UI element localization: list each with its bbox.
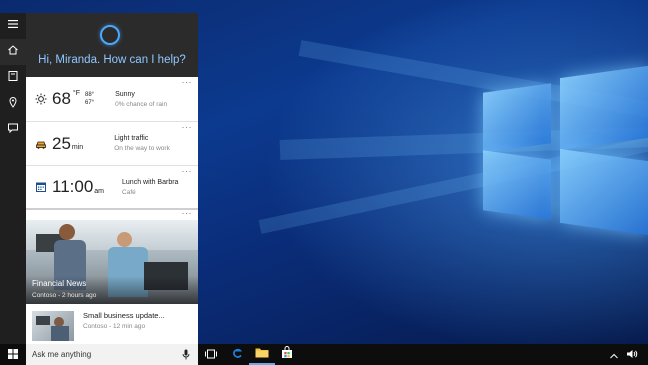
news-item-thumbnail: [32, 311, 74, 341]
store-button[interactable]: [274, 344, 300, 365]
calendar-event: Lunch with Barbra: [122, 178, 179, 186]
news-headline-source: Contoso - 2 hours ago: [32, 292, 97, 299]
feedback-button[interactable]: [0, 117, 26, 143]
news-item-title: Small business update...: [83, 311, 165, 320]
window-logo-pane: [483, 150, 551, 220]
news-card-header: ···: [26, 208, 198, 220]
task-view-button[interactable]: [198, 344, 224, 365]
windows-icon: [8, 346, 18, 364]
weather-unit: °F: [72, 90, 80, 97]
weather-low: 67°: [85, 100, 95, 106]
weather-more-button[interactable]: ···: [182, 77, 193, 87]
traffic-more-button[interactable]: ···: [182, 122, 193, 132]
window-logo-pane: [560, 65, 648, 151]
notebook-button[interactable]: [0, 65, 26, 91]
cortana-search-box[interactable]: Ask me anything: [26, 344, 198, 365]
hamburger-icon: [7, 17, 19, 35]
file-explorer-icon: [255, 345, 269, 363]
store-icon: [281, 345, 293, 364]
start-button[interactable]: [0, 344, 26, 365]
cortana-header: Hi, Miranda. How can I help?: [26, 13, 198, 77]
news-list-item[interactable]: Small business update... Contoso - 12 mi…: [26, 304, 198, 341]
search-placeholder[interactable]: Ask me anything: [32, 350, 179, 359]
feedback-icon: [7, 121, 19, 139]
news-card[interactable]: ··· Financial News Contoso - 2 hours ago…: [26, 208, 198, 344]
image-person-head: [117, 232, 132, 247]
weather-card[interactable]: ··· 68 °F 88° 67° Sunny 0% chance of rai…: [26, 77, 198, 127]
volume-icon: [626, 346, 638, 364]
weather-high: 88°: [85, 92, 95, 98]
traffic-minutes: 25: [52, 133, 71, 153]
thumb-monitor: [36, 316, 50, 325]
cortana-panel: Hi, Miranda. How can I help? ··· 68 °F 8…: [26, 13, 198, 344]
notebook-icon: [7, 69, 19, 87]
cortana-greeting: Hi, Miranda. How can I help?: [38, 54, 186, 66]
weather-high-low: 88° 67°: [85, 91, 94, 107]
news-item-text: Small business update... Contoso - 12 mi…: [83, 311, 165, 330]
calendar-ampm: am: [94, 188, 105, 195]
news-headline-title: Financial News: [32, 279, 87, 288]
traffic-unit: min: [71, 144, 84, 151]
chevron-up-icon: [610, 346, 618, 364]
calendar-icon: [30, 181, 52, 193]
home-icon: [7, 43, 19, 61]
calendar-more-button[interactable]: ···: [182, 166, 193, 176]
sun-icon: [30, 93, 52, 105]
weather-info: Sunny 0% chance of rain: [115, 91, 167, 108]
window-logo-pane: [560, 148, 648, 236]
location-icon: [7, 95, 19, 113]
file-explorer-button[interactable]: [249, 344, 275, 365]
cortana-rail: [0, 13, 26, 344]
window-logo-pane: [483, 83, 551, 153]
weather-temperature: 68: [52, 89, 71, 108]
news-item-source: Contoso - 12 min ago: [83, 323, 146, 330]
calendar-info: Lunch with Barbra Café: [122, 179, 178, 196]
calendar-card[interactable]: ··· 11:00 am Lunch with Barbra Café: [26, 166, 198, 214]
calendar-location: Café: [122, 188, 136, 196]
volume-button[interactable]: [623, 344, 641, 365]
microphone-icon[interactable]: [179, 348, 193, 362]
traffic-info: Light traffic On the way to work: [114, 135, 170, 152]
traffic-expand-chevron-icon[interactable]: [109, 158, 115, 171]
weather-condition: Sunny: [115, 90, 135, 98]
hamburger-button[interactable]: [0, 13, 26, 39]
news-more-button[interactable]: ···: [182, 208, 193, 218]
car-icon: [30, 138, 52, 150]
news-headline-image[interactable]: Financial News Contoso - 2 hours ago: [26, 220, 198, 304]
cortana-circle-icon[interactable]: [100, 25, 120, 45]
weather-rain-chance: 0% chance of rain: [115, 100, 168, 108]
traffic-card[interactable]: ··· 25 min Light traffic On the way to w…: [26, 122, 198, 171]
calendar-time: 11:00: [52, 177, 94, 196]
edge-icon: [231, 346, 244, 364]
location-button[interactable]: [0, 91, 26, 117]
traffic-status: Light traffic: [114, 135, 149, 142]
thumb-person-body: [51, 326, 69, 341]
image-person-head: [59, 224, 75, 240]
calendar-expand-chevron-icon[interactable]: [109, 201, 115, 214]
weather-expand-chevron-icon[interactable]: [109, 114, 115, 127]
task-view-icon: [205, 346, 217, 364]
home-button[interactable]: [0, 39, 26, 65]
show-hidden-icons-button[interactable]: [606, 344, 622, 365]
traffic-detail: On the way to work: [114, 145, 170, 152]
edge-button[interactable]: [224, 344, 250, 365]
